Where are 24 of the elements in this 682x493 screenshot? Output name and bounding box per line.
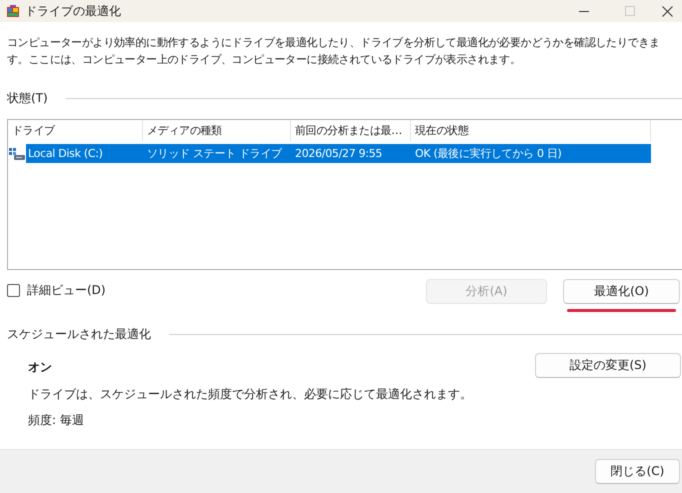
checkbox-label: 詳細ビュー(D) xyxy=(27,282,106,299)
close-button[interactable]: 閉じる(C) xyxy=(595,459,680,484)
schedule-description: ドライブは、スケジュールされた頻度で分析され、必要に応じて最適化されます。 xyxy=(28,386,473,403)
table-cell: Local Disk (C:) xyxy=(26,144,143,163)
change-settings-button[interactable]: 設定の変更(S) xyxy=(535,353,681,378)
minimize-icon[interactable] xyxy=(578,10,588,12)
drive-icon xyxy=(8,146,26,160)
description-text: コンピューターがより効率的に動作するようにドライブを最適化したり、ドライブを分析して最適化が必要かどうかを確認したりできます。ここには、コンピューター上のドライブ、コンピューターに接続されているドライブが表示されます。 xyxy=(7,35,661,68)
app-icon xyxy=(6,4,20,18)
table-cell: ソリッド ステート ドライブ xyxy=(143,144,291,163)
date-column-header[interactable]: 前回の分析または最… xyxy=(291,120,411,142)
section-label: スケジュールされた最適化 xyxy=(7,326,151,343)
table-cell: OK (最後に実行してから 0 日) xyxy=(411,144,651,163)
window-title: ドライブの最適化 xyxy=(25,2,122,20)
schedule-state: オン xyxy=(28,359,53,376)
status-column-header[interactable]: 現在の状態 xyxy=(411,120,651,142)
frequency-text: 頻度: 毎週 xyxy=(28,412,85,429)
close-icon[interactable] xyxy=(662,6,673,16)
table-cell: 2026/05/27 9:55 xyxy=(291,144,411,163)
drive-column-header[interactable]: ドライブ xyxy=(8,120,143,142)
optimize-button[interactable]: 最適化(O) xyxy=(563,279,680,304)
media-column-header[interactable]: メディアの種類 xyxy=(143,120,291,142)
detail-view-checkbox[interactable] xyxy=(7,284,20,297)
section-label: 状態(T) xyxy=(7,90,48,107)
